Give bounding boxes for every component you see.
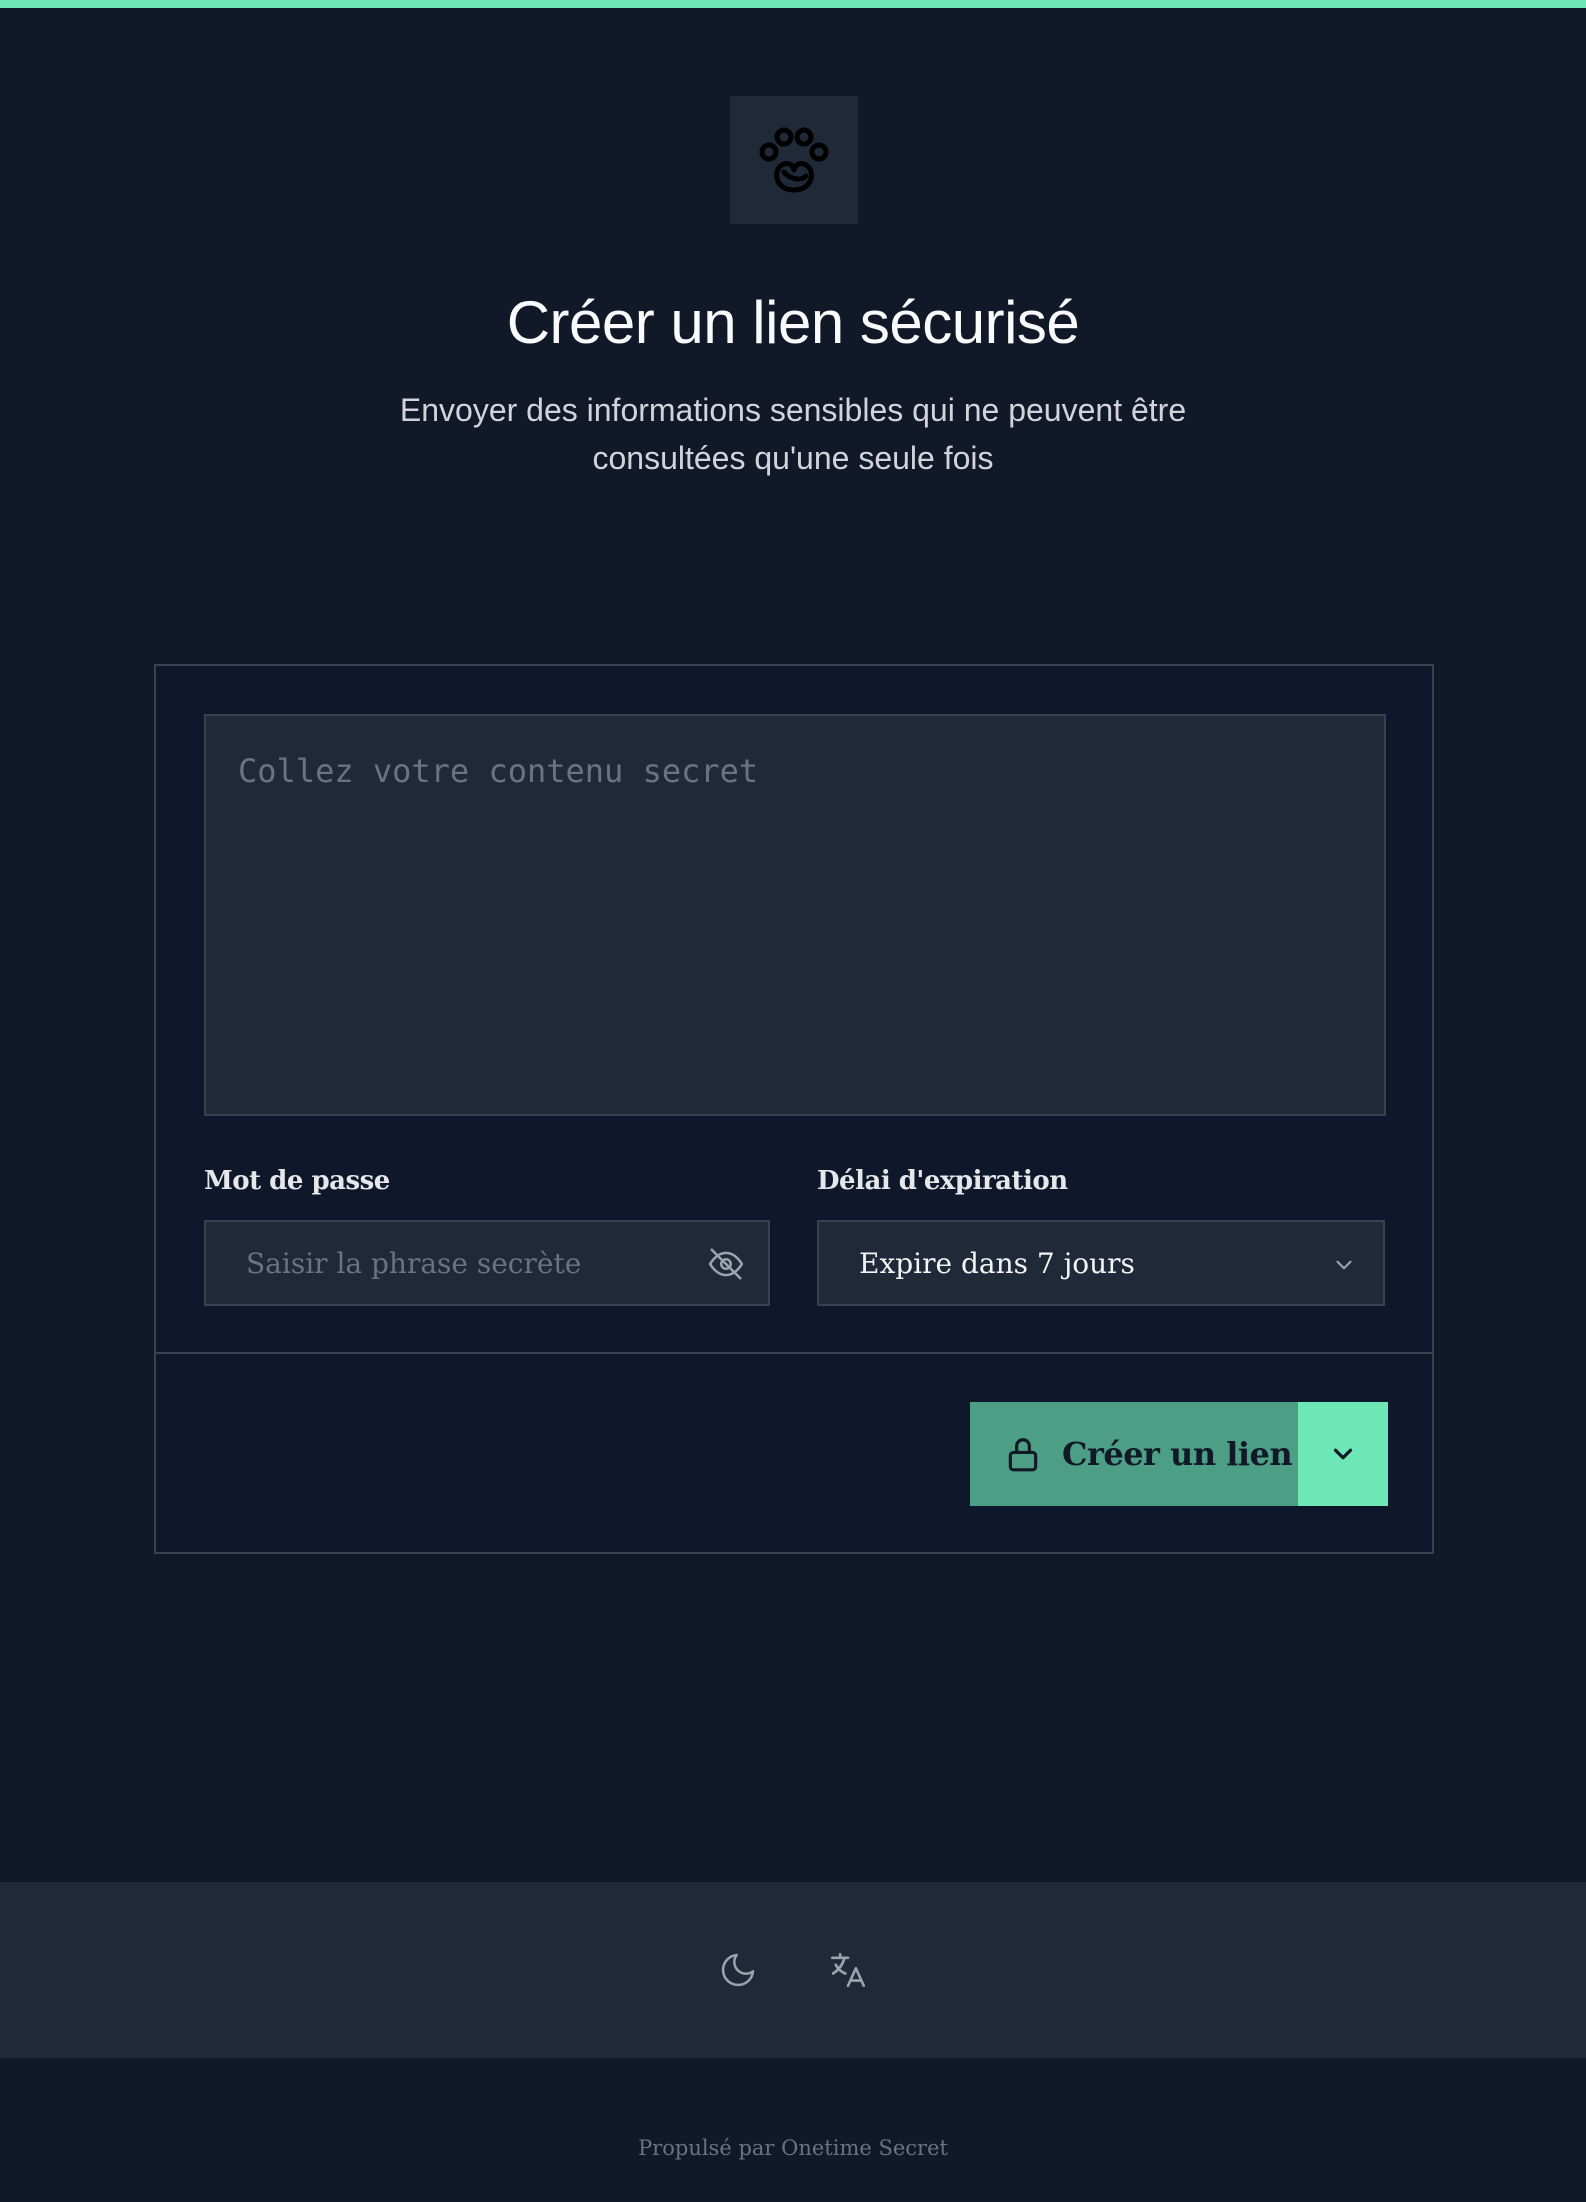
translate-icon: [830, 1952, 866, 1988]
password-label: Mot de passe: [204, 1166, 390, 1196]
expiration-label: Délai d'expiration: [817, 1166, 1068, 1196]
theme-toggle-button[interactable]: [716, 1948, 760, 1992]
create-link-button[interactable]: Créer un lien: [970, 1402, 1298, 1506]
page-subtitle: Envoyer des informations sensibles qui n…: [399, 392, 1187, 476]
eye-off-icon: [708, 1248, 744, 1280]
expiration-select[interactable]: Expire dans 7 jours: [817, 1220, 1385, 1306]
create-link-options-button[interactable]: [1298, 1402, 1388, 1506]
lock-icon: [1008, 1438, 1038, 1472]
expiration-selected-value: Expire dans 7 jours: [859, 1246, 1135, 1280]
accent-top-bar: [0, 0, 1586, 8]
moon-icon: [721, 1953, 755, 1987]
toggle-password-visibility-button[interactable]: [706, 1244, 746, 1284]
password-input[interactable]: [206, 1223, 686, 1303]
secret-form-card: Mot de passe Délai d'expiration Expire d…: [154, 664, 1434, 1554]
page-title: Créer un lien sécurisé: [506, 289, 1080, 356]
password-field: [204, 1220, 770, 1306]
form-divider: [156, 1352, 1432, 1354]
chevron-down-icon: [1333, 1448, 1353, 1460]
chevron-down-icon: [1336, 1260, 1352, 1270]
powered-by-text: Propulsé par Onetime Secret: [638, 2136, 948, 2160]
language-button[interactable]: [826, 1948, 870, 1992]
paw-heart-icon: [759, 127, 829, 193]
logo[interactable]: [730, 96, 858, 224]
create-link-label: Créer un lien: [1062, 1435, 1293, 1473]
footer-toolbar: [0, 1882, 1586, 2058]
secret-content-textarea[interactable]: [204, 714, 1386, 1116]
